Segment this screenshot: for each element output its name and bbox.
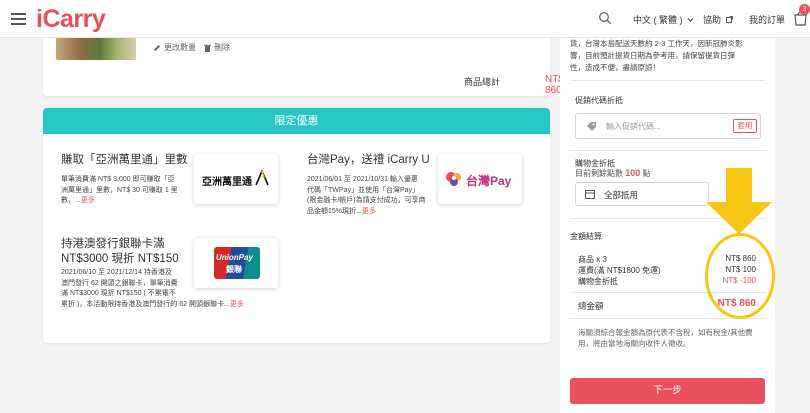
credit-available: 目前剩餘點數 100 點 — [575, 168, 651, 178]
credit-discount-label: 購物金折抵 — [578, 277, 618, 286]
promo-asia-miles-desc: 單筆消費滿 NT$ 3,000 即可賺取「亞 洲萬里通」里數，NT$ 30 可賺… — [61, 176, 178, 204]
delete-button[interactable]: 刪除 — [204, 42, 230, 53]
edit-quantity-button[interactable]: 更改數量 — [153, 42, 196, 53]
promo-asia-miles-title[interactable]: 賺取「亞洲萬里通」里數 — [61, 153, 188, 168]
asia-miles-logo[interactable]: 亞洲萬里通 — [194, 154, 278, 204]
total-section-label: 金額結算 — [570, 232, 602, 241]
promo-taiwan-pay-title[interactable]: 台灣Pay，送禮 iCarry U — [307, 153, 430, 168]
asia-miles-logo-text: 亞洲萬里通 — [202, 177, 252, 188]
divider — [570, 80, 766, 81]
promotions-card: 限定優惠 賺取「亞洲萬里通」里數 單筆消費滿 NT$ 3,000 即可賺取「亞 … — [43, 108, 550, 343]
help-label: 協助 — [703, 15, 722, 25]
divider — [570, 150, 766, 151]
language-label: 中文 ( 繁體 ) — [633, 15, 683, 25]
promo-code-input[interactable]: 輸入促銷代碼... 套用 — [575, 113, 761, 139]
promo-code-placeholder: 輸入促銷代碼... — [606, 122, 661, 131]
logo[interactable]: iCarry — [36, 5, 106, 34]
delete-label: 刪除 — [214, 43, 230, 52]
pencil-icon — [154, 44, 160, 51]
next-step-button[interactable]: 下一步 — [570, 378, 765, 404]
trash-icon — [204, 44, 211, 52]
subtotal-label: 商品總計 — [464, 77, 501, 87]
promo-taiwan-pay-desc: 2021/06/01 至 2021/10/31 輸入優惠 代碼「TWPay」並使… — [307, 176, 426, 215]
my-orders-link[interactable]: 我的訂單 — [749, 13, 785, 26]
items-count-label: 商品 x 3 — [578, 255, 607, 264]
unionpay-logo-text: UnionPay — [216, 253, 253, 262]
promo-code-section-label: 促銷代碼折抵 — [575, 96, 623, 105]
apply-button[interactable]: 套用 — [733, 119, 757, 133]
menu-icon[interactable] — [11, 13, 26, 25]
promo-unionpay-title[interactable]: 持港澳發行銀聯卡滿 NT$3000 現折 NT$150 — [61, 237, 179, 267]
product-image — [56, 36, 136, 60]
shipping-label: 運費(滿 NT$1800 免運) — [578, 266, 661, 275]
credit-points: 100 — [625, 168, 641, 178]
asia-miles-mark-icon — [255, 170, 269, 186]
more-link[interactable]: 更多 — [81, 197, 95, 204]
language-selector[interactable]: 中文 ( 繁體 ) — [633, 13, 694, 26]
annotation-arrow-icon — [706, 168, 772, 234]
tag-icon — [587, 122, 596, 131]
calendar-icon — [585, 190, 595, 199]
unionpay-logo[interactable]: UnionPay 銀聯 — [194, 238, 278, 288]
tax-notice: 海關須綜合報金額為原代表不含稅，如有稅金/其他費 用，將由當地海關向收件人徵收。 — [578, 328, 753, 348]
use-all-credit-button[interactable]: 全部抵用 — [575, 182, 709, 206]
promotions-header: 限定優惠 — [43, 108, 550, 134]
unionpay-mark: UnionPay 銀聯 — [214, 247, 260, 279]
more-link[interactable]: 更多 — [230, 301, 244, 308]
unionpay-logo-subtext: 銀聯 — [226, 265, 242, 274]
edit-quantity-label: 更改數量 — [164, 43, 196, 52]
grand-total-label: 總金額 — [578, 301, 604, 311]
product-card: 更改數量 刪除 商品總計 NT$ 860 — [43, 30, 564, 96]
taiwan-pay-logo-text: 台灣Pay — [466, 174, 512, 188]
external-link-icon — [725, 16, 733, 23]
chevron-down-icon — [687, 18, 694, 22]
shipping-notice: 貨，台灣本島配送天數約 2-3 工作天，因新冠肺炎影 響，目前預計提貨日期為參考… — [570, 39, 743, 72]
use-all-credit-label: 全部抵用 — [604, 190, 639, 200]
taiwan-pay-mark-icon — [446, 172, 461, 186]
search-icon[interactable] — [598, 11, 612, 25]
more-link[interactable]: 更多 — [362, 208, 376, 215]
annotation-ellipse — [705, 233, 775, 319]
top-header: iCarry 中文 ( 繁體 ) 協助 我的訂單 3 — [0, 0, 810, 38]
help-link[interactable]: 協助 — [703, 13, 733, 26]
taiwan-pay-logo[interactable]: 台灣Pay — [438, 154, 522, 204]
cart-count-badge: 3 — [799, 4, 810, 15]
